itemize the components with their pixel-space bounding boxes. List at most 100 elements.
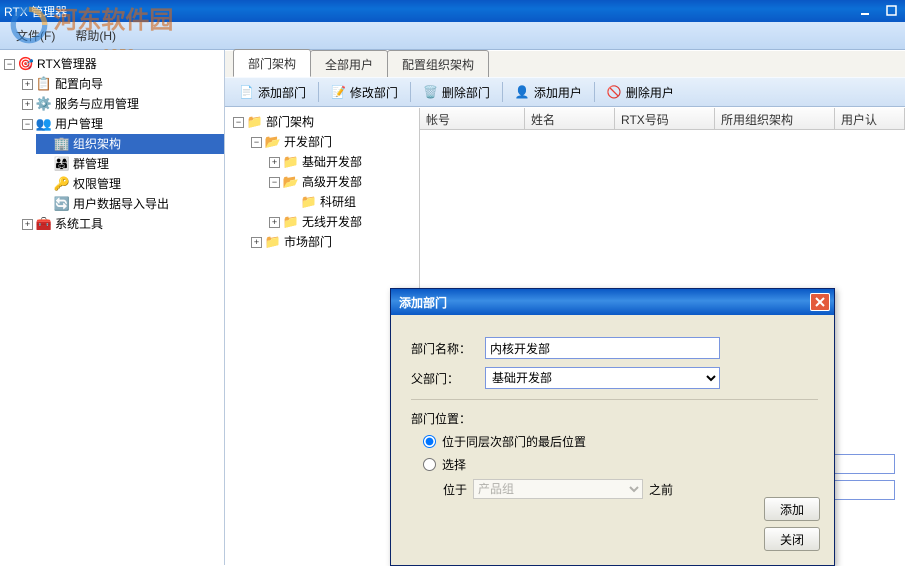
tree-label: 系统工具 — [55, 215, 103, 233]
pos-sub-label: 位于 — [443, 481, 467, 498]
divider — [502, 82, 503, 102]
col-rtx-number[interactable]: RTX号码 — [615, 108, 715, 129]
collapse-icon[interactable]: − — [251, 137, 262, 148]
wizard-icon: 📋 — [36, 76, 52, 92]
dept-label: 无线开发部 — [302, 213, 362, 231]
close-icon — [815, 297, 825, 307]
pos-option-last[interactable]: 位于同层次部门的最后位置 — [423, 433, 818, 450]
pos-radio-select[interactable] — [423, 458, 436, 471]
expand-icon[interactable]: + — [269, 217, 280, 228]
pos-radio-last[interactable] — [423, 435, 436, 448]
tree-root[interactable]: − 🎯 RTX管理器 — [0, 54, 224, 74]
tree-group-mgmt[interactable]: 👨‍👩‍👧群管理 — [36, 154, 224, 174]
window-buttons — [853, 1, 905, 21]
folder-icon: 📁 — [247, 114, 263, 130]
pos-sub-select[interactable]: 产品组 — [473, 479, 643, 499]
dept-name-label: 部门名称： — [411, 340, 477, 357]
tree-label: 用户管理 — [55, 115, 103, 133]
collapse-icon[interactable]: − — [4, 59, 15, 70]
menu-file[interactable]: 文件(F) — [6, 23, 65, 48]
tools-icon: 🧰 — [36, 216, 52, 232]
col-org[interactable]: 所用组织架构 — [715, 108, 835, 129]
menu-help[interactable]: 帮助(H) — [65, 23, 126, 48]
edit-dept-icon: 📝 — [331, 85, 346, 99]
menubar: 文件(F) 帮助(H) — [0, 22, 905, 50]
users-icon: 👥 — [36, 116, 52, 132]
folder-icon: 📁 — [301, 194, 317, 210]
tree-import-export[interactable]: 🔄用户数据导入导出 — [36, 194, 224, 214]
dialog-add-button[interactable]: 添加 — [764, 497, 820, 521]
add-user-icon: 👤 — [515, 85, 530, 99]
tree-label: 配置向导 — [55, 75, 103, 93]
add-user-button[interactable]: 👤 添加用户 — [505, 81, 592, 104]
edit-dept-button[interactable]: 📝 修改部门 — [321, 81, 408, 104]
minimize-button[interactable] — [855, 2, 877, 20]
expand-icon[interactable]: + — [22, 79, 33, 90]
delete-user-button[interactable]: 🚫删除用户 — [597, 81, 684, 104]
maximize-button[interactable] — [881, 2, 903, 20]
org-icon: 🏢 — [54, 136, 70, 152]
grid-header: 帐号 姓名 RTX号码 所用组织架构 用户认 — [420, 108, 905, 130]
tree-root-label: RTX管理器 — [37, 55, 97, 73]
add-dept-icon: 📄 — [239, 85, 254, 99]
dept-basic-dev[interactable]: +📁基础开发部 — [265, 152, 415, 172]
dept-adv-dev[interactable]: −📂高级开发部 — [265, 172, 415, 192]
dialog-close-btn[interactable]: 关闭 — [764, 527, 820, 551]
pos-option-select[interactable]: 选择 — [423, 456, 818, 473]
btn-label: 添加用户 — [534, 84, 582, 101]
parent-dept-select[interactable]: 基础开发部 — [485, 367, 720, 389]
dept-name-input[interactable] — [485, 337, 720, 359]
tabbar: 部门架构 全部用户 配置组织架构 — [225, 51, 905, 77]
collapse-icon[interactable]: − — [269, 177, 280, 188]
nav-tree-pane: − 🎯 RTX管理器 +📋配置向导 +⚙️服务与应用管理 −👥用户管理 🏢组织架… — [0, 50, 225, 565]
col-name[interactable]: 姓名 — [525, 108, 615, 129]
dept-root[interactable]: −📁部门架构 — [229, 112, 415, 132]
tree-permission[interactable]: 🔑权限管理 — [36, 174, 224, 194]
add-dept-button[interactable]: 📄 添加部门 — [229, 81, 316, 104]
col-auth[interactable]: 用户认 — [835, 108, 905, 129]
divider — [594, 82, 595, 102]
expand-icon[interactable]: + — [22, 99, 33, 110]
parent-dept-label: 父部门： — [411, 370, 477, 387]
delete-dept-button[interactable]: 🗑️删除部门 — [413, 81, 500, 104]
dept-label: 开发部门 — [284, 133, 332, 151]
dept-position-label: 部门位置： — [411, 410, 818, 427]
expand-icon[interactable]: + — [269, 157, 280, 168]
tree-label: 权限管理 — [73, 175, 121, 193]
btn-label: 添加部门 — [258, 84, 306, 101]
folder-icon: 📁 — [283, 214, 299, 230]
folder-open-icon: 📂 — [265, 134, 281, 150]
expand-icon[interactable]: + — [251, 237, 262, 248]
dept-research[interactable]: 📁科研组 — [283, 192, 415, 212]
tree-system-tools[interactable]: +🧰系统工具 — [18, 214, 224, 234]
tree-user-mgmt[interactable]: −👥用户管理 — [18, 114, 224, 134]
col-account[interactable]: 帐号 — [420, 108, 525, 129]
pos-option-select-label: 选择 — [442, 456, 466, 473]
btn-label: 删除部门 — [442, 84, 490, 101]
dept-dev[interactable]: −📂开发部门 — [247, 132, 415, 152]
tree-service-app[interactable]: +⚙️服务与应用管理 — [18, 94, 224, 114]
tab-all-users[interactable]: 全部用户 — [310, 50, 388, 77]
add-dept-dialog: 添加部门 部门名称： 父部门： 基础开发部 部门位置： 位于同层次部门的最后位置… — [390, 288, 835, 566]
tab-config-org[interactable]: 配置组织架构 — [387, 50, 489, 77]
collapse-icon[interactable]: − — [22, 119, 33, 130]
tree-org-structure[interactable]: 🏢组织架构 — [36, 134, 224, 154]
dialog-close-button[interactable] — [810, 293, 830, 311]
import-export-icon: 🔄 — [54, 196, 70, 212]
expand-icon[interactable]: + — [22, 219, 33, 230]
tree-label: 组织架构 — [73, 135, 121, 153]
folder-icon: 📁 — [265, 234, 281, 250]
dept-label: 基础开发部 — [302, 153, 362, 171]
tab-dept-structure[interactable]: 部门架构 — [233, 49, 311, 77]
collapse-icon[interactable]: − — [233, 117, 244, 128]
titlebar: RTX 管理器 — [0, 0, 905, 22]
tree-config-wizard[interactable]: +📋配置向导 — [18, 74, 224, 94]
window-title: RTX 管理器 — [4, 3, 853, 20]
toolbar: 📄 添加部门 📝 修改部门 🗑️删除部门 👤 添加用户 🚫删除用户 — [225, 77, 905, 107]
pos-option-last-label: 位于同层次部门的最后位置 — [442, 433, 586, 450]
dept-wireless-dev[interactable]: +📁无线开发部 — [265, 212, 415, 232]
tree-label: 用户数据导入导出 — [73, 195, 169, 213]
btn-label: 修改部门 — [350, 84, 398, 101]
dept-market[interactable]: +📁市场部门 — [247, 232, 415, 252]
btn-label: 删除用户 — [626, 84, 674, 101]
